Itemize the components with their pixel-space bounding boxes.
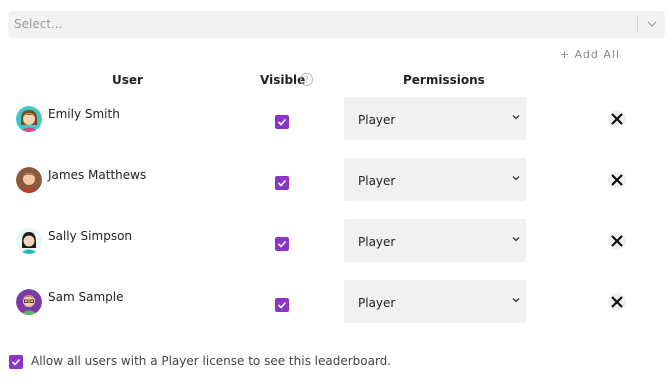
chevron-down-icon [512,237,520,242]
close-icon [611,296,623,308]
close-icon [611,113,623,125]
column-header-visible: Visible [260,73,306,87]
user-select[interactable]: Select... [8,11,665,38]
visible-checkbox[interactable] [275,237,289,251]
permission-select[interactable]: Player [344,158,526,201]
permission-value: Player [358,174,396,188]
avatar-woman-black-hair-icon [16,228,42,254]
close-icon [611,174,623,186]
user-name: James Matthews [48,168,147,182]
help-icon[interactable]: ? [300,73,313,86]
permission-value: Player [358,113,396,127]
permission-select[interactable]: Player [344,219,526,262]
chevron-down-icon [512,298,520,303]
avatar-man-brown-icon [16,167,42,193]
column-header-permissions: Permissions [403,73,485,87]
user-select-placeholder: Select... [14,17,63,31]
visible-checkbox[interactable] [275,176,289,190]
user-name: Sam Sample [48,290,124,304]
remove-user-button[interactable] [608,232,626,250]
avatar-woman-teal-icon [16,106,42,132]
avatar-man-purple-icon [16,289,42,315]
add-all-button[interactable]: + Add All [560,48,620,61]
permission-select[interactable]: Player [344,97,526,140]
chevron-down-icon [512,115,520,120]
column-header-user: User [112,73,143,87]
chevron-down-icon[interactable] [647,19,657,29]
user-row: James Matthews Player [0,158,670,202]
select-divider [637,16,638,33]
remove-user-button[interactable] [608,293,626,311]
permission-value: Player [358,235,396,249]
allow-all-label: Allow all users with a Player license to… [31,354,392,368]
allow-all-checkbox[interactable] [9,355,23,369]
user-row: Emily Smith Player [0,97,670,141]
visible-checkbox[interactable] [275,298,289,312]
user-row: Sam Sample Player [0,280,670,324]
user-name: Emily Smith [48,107,120,121]
visible-checkbox[interactable] [275,115,289,129]
permission-select[interactable]: Player [344,280,526,323]
remove-user-button[interactable] [608,171,626,189]
close-icon [611,235,623,247]
chevron-down-icon [512,176,520,181]
remove-user-button[interactable] [608,110,626,128]
user-name: Sally Simpson [48,229,133,243]
permission-value: Player [358,296,396,310]
user-row: Sally Simpson Player [0,219,670,263]
